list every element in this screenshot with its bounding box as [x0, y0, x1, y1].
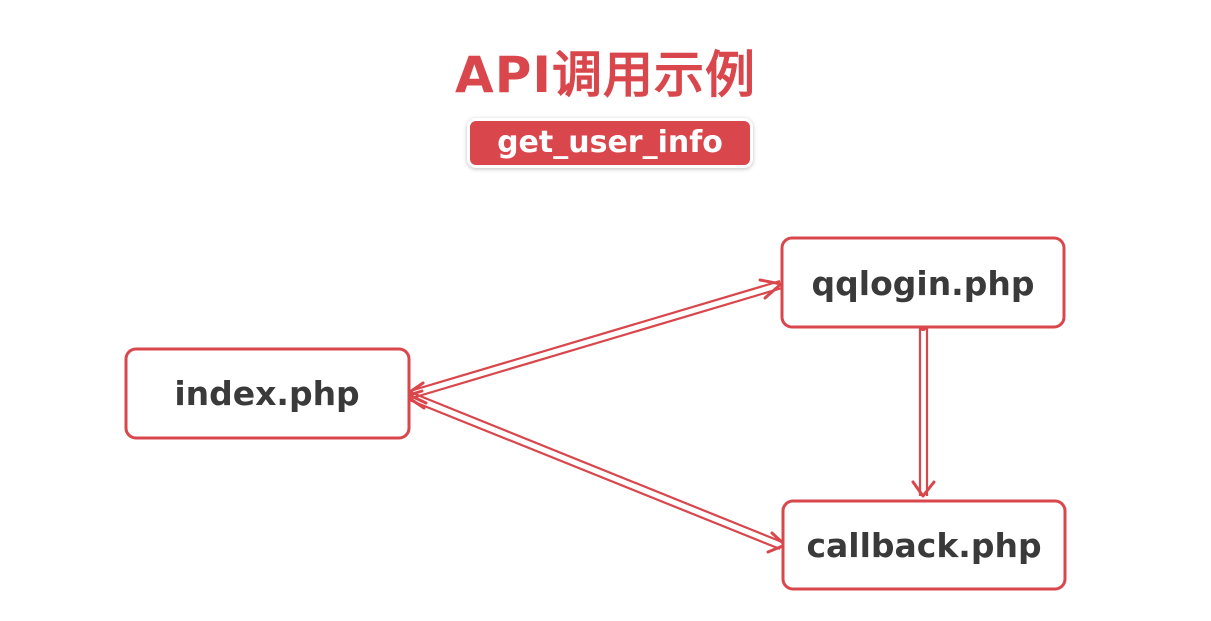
- edge-callback-index: [404, 389, 787, 554]
- slide: API调用示例 get_user_info index.php qqlogin.…: [0, 0, 1211, 621]
- node-index-label: index.php: [174, 374, 359, 413]
- node-qqlogin-label: qqlogin.php: [812, 264, 1035, 303]
- edge-index-qqlogin: [405, 278, 783, 405]
- flow-diagram: index.php qqlogin.php callback.php: [124, 236, 1067, 591]
- node-qqlogin[interactable]: qqlogin.php: [780, 236, 1066, 329]
- node-callback-label: callback.php: [806, 526, 1041, 565]
- node-callback[interactable]: callback.php: [781, 499, 1067, 591]
- edge-qqlogin-callback: [911, 323, 936, 498]
- arrowhead-to-callback-down: [911, 480, 936, 498]
- node-index[interactable]: index.php: [124, 347, 411, 440]
